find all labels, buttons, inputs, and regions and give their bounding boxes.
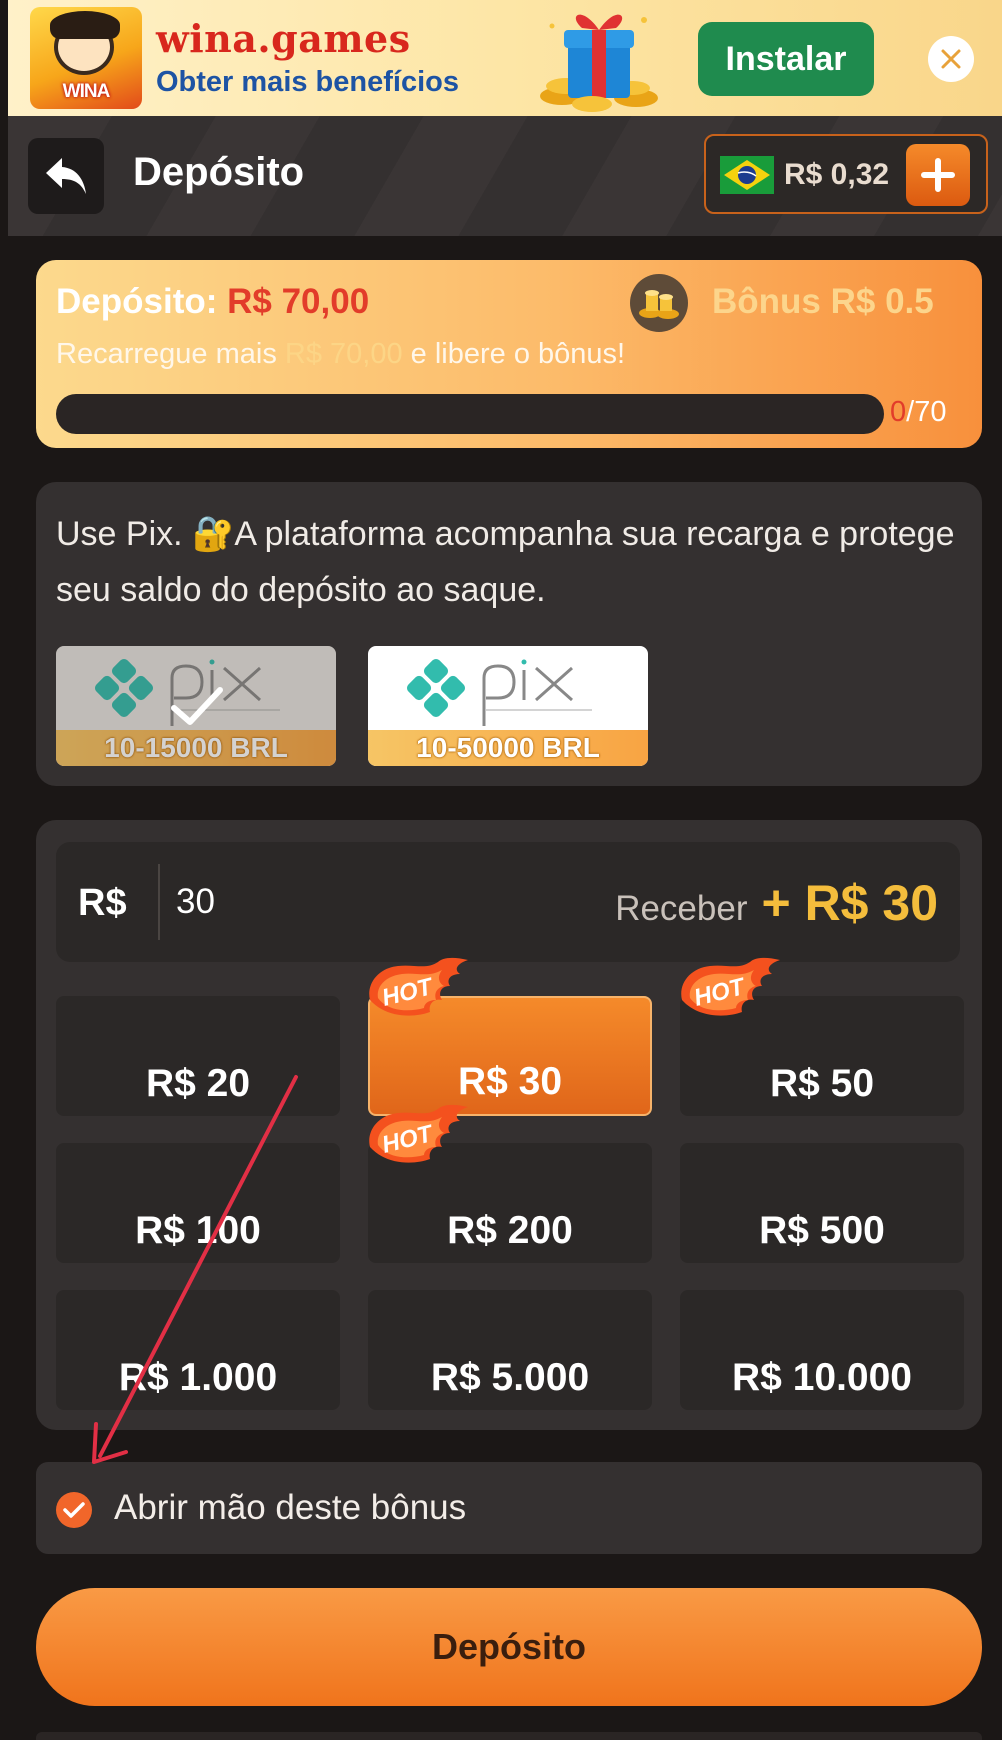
plus-icon — [921, 158, 955, 192]
gift-icon — [540, 14, 658, 112]
bonus-progress-text: 0/70 — [890, 396, 946, 429]
gold-coins-icon — [630, 274, 688, 332]
amount-input[interactable] — [176, 872, 576, 932]
deposit-requirement: Depósito: R$ 70,00 — [56, 282, 369, 322]
payment-option-pix-2[interactable]: 10-50000 BRL — [368, 646, 648, 766]
back-arrow-icon — [46, 158, 86, 194]
close-banner-button[interactable] — [928, 36, 974, 82]
bonus-desc-prefix: Recarregue mais — [56, 338, 277, 370]
input-divider — [158, 864, 160, 940]
add-funds-button[interactable] — [906, 144, 970, 206]
payment-option-range: 10-15000 BRL — [56, 730, 336, 766]
deposit-requirement-amount: R$ 70,00 — [227, 282, 370, 321]
hot-flame-icon: HOT — [369, 957, 468, 1016]
amount-card: R$ Receber + R$ 30 R$ 20R$ 30HOTR$ 50HOT… — [36, 820, 982, 1430]
amount-chip[interactable]: R$ 1.000 — [56, 1290, 340, 1410]
bonus-progress-bar — [56, 394, 884, 434]
bonus-optout-row[interactable]: Abrir mão deste bônus — [36, 1462, 982, 1554]
currency-label: R$ — [78, 882, 127, 924]
brazil-flag-icon — [720, 156, 774, 194]
close-icon — [941, 49, 961, 69]
banner-title: wina.games — [156, 16, 411, 61]
progress-total: /70 — [906, 396, 947, 428]
back-button[interactable] — [28, 138, 104, 214]
app-logo: WINA — [30, 7, 142, 109]
install-button[interactable]: Instalar — [698, 22, 874, 96]
balance-value: R$ 0,32 — [784, 158, 890, 191]
deposit-button[interactable]: Depósito — [36, 1588, 982, 1706]
banner-subtitle: Obter mais benefícios — [156, 66, 459, 98]
amount-chip[interactable]: R$ 10.000 — [680, 1290, 964, 1410]
install-banner: WINA wina.games Obter mais benefícios In… — [8, 0, 1002, 116]
payment-option-range: 10-50000 BRL — [368, 730, 648, 766]
amount-chip[interactable]: R$ 20 — [56, 996, 340, 1116]
bottom-strip — [36, 1732, 982, 1740]
check-icon — [171, 687, 223, 725]
page-header: Depósito R$ 0,32 — [8, 116, 1002, 236]
amount-chip[interactable]: R$ 100 — [56, 1143, 340, 1263]
deposit-requirement-label: Depósito: — [56, 282, 218, 321]
bonus-value: Bônus R$ 0.5 — [712, 282, 934, 321]
bonus-card: Depósito: R$ 70,00 Bônus R$ 0.5 Recarreg… — [36, 260, 982, 448]
receive-summary: Receber + R$ 30 — [615, 874, 938, 932]
pix-logo-icon — [406, 658, 592, 726]
balance-widget: R$ 0,32 — [704, 134, 988, 214]
bonus-desc-amount: R$ 70,00 — [284, 338, 403, 370]
payment-method-description: Use Pix. 🔐A plataforma acompanha sua rec… — [56, 515, 955, 609]
check-icon — [63, 1502, 85, 1518]
bonus-optout-checkbox[interactable] — [56, 1492, 92, 1528]
bonus-optout-label: Abrir mão deste bônus — [114, 1488, 467, 1527]
page-title: Depósito — [133, 150, 305, 194]
amount-chip[interactable]: R$ 5.000 — [368, 1290, 652, 1410]
progress-current: 0 — [890, 396, 907, 428]
payment-method-card: Use Pix. 🔐A plataforma acompanha sua rec… — [36, 482, 982, 786]
amount-input-box: R$ Receber + R$ 30 — [56, 842, 960, 962]
bonus-desc-suffix: e libere o bônus! — [410, 338, 626, 370]
receive-bonus: + R$ 30 — [761, 875, 938, 931]
amount-chip[interactable]: R$ 500 — [680, 1143, 964, 1263]
payment-option-pix-1[interactable]: 10-15000 BRL — [56, 646, 336, 766]
receive-label: Receber — [615, 889, 748, 928]
hot-flame-icon: HOT — [369, 1104, 468, 1163]
app-logo-text: WINA — [62, 81, 111, 102]
hot-flame-icon: HOT — [681, 957, 780, 1016]
bonus-description: Recarregue mais R$ 70,00 e libere o bônu… — [56, 338, 625, 371]
